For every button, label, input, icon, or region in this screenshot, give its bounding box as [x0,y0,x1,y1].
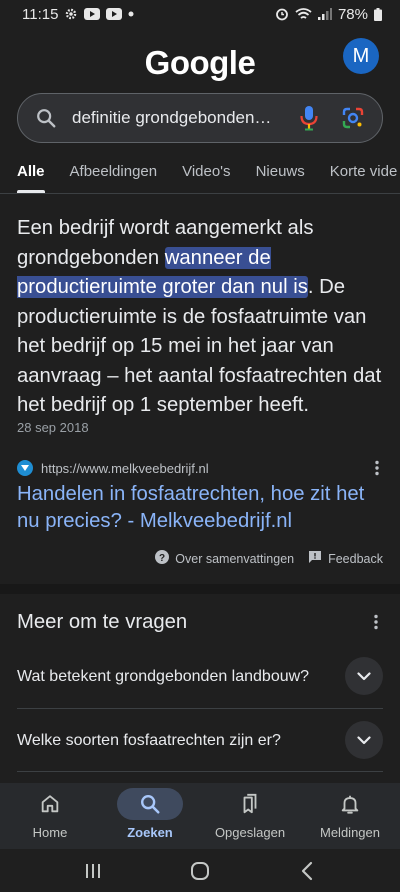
wifi-icon [295,7,312,21]
settings-icon [64,7,78,21]
search-input[interactable]: definitie grondgebonden… [72,108,296,128]
nav-saved-label: Opgeslagen [214,825,286,840]
system-navigation [0,849,400,892]
tab-nieuws[interactable]: Nieuws [256,163,305,193]
result-title-link[interactable]: Handelen in fosfaatrechten, hoe zit het … [17,481,387,534]
paa-question[interactable]: Welke soorten fosfaatrechten zijn er? [17,720,383,760]
paa-question-text: Welke soorten fosfaatrechten zijn er? [17,731,281,749]
mic-icon[interactable] [296,105,322,131]
site-favicon-icon [17,460,33,476]
recent-apps-button[interactable] [63,856,123,886]
feedback-label: Feedback [328,551,383,566]
battery-icon [374,7,382,21]
home-button[interactable] [170,856,230,886]
nav-notifications[interactable]: Meldingen [300,783,400,849]
signal-icon [317,8,332,20]
paa-divider [17,708,383,709]
more-options-icon[interactable] [371,458,383,478]
header: Google M [0,34,400,92]
google-logo[interactable]: Google [0,44,400,82]
svg-text:?: ? [159,553,165,564]
lens-icon[interactable] [340,105,366,131]
tab-alle[interactable]: Alle [17,163,45,193]
paa-divider [17,771,383,772]
account-avatar[interactable]: M [343,38,379,74]
help-icon: ? [155,550,170,567]
source-row[interactable]: https://www.melkveebedrijf.nl [17,458,383,478]
bookmarks-icon [243,793,257,814]
battery-percentage: 78% [337,5,368,23]
tab-videos[interactable]: Video's [182,163,230,193]
nav-home-label: Home [32,825,68,840]
dot-icon [128,11,134,17]
snippet-date: 28 sep 2018 [17,420,89,435]
status-time: 11:15 [22,5,59,23]
home-icon [41,795,59,813]
chevron-down-icon [357,671,371,680]
more-options-icon[interactable] [370,612,382,632]
paa-question[interactable]: Wat betekent grondgebonden landbouw? [17,653,383,699]
snippet-footer: ? Over samenvattingen Feedback [155,550,383,567]
search-icon [34,106,58,130]
youtube-icon [84,8,101,20]
nav-search[interactable]: Zoeken [100,783,200,849]
about-snippets-label: Over samenvattingen [175,551,295,566]
nav-notifications-label: Meldingen [320,825,380,840]
feedback-icon [308,550,322,567]
featured-snippet-text: Een bedrijf wordt aangemerkt als grondge… [17,214,387,421]
youtube-icon [106,8,123,20]
expand-button[interactable] [345,721,383,759]
bell-icon [341,795,359,814]
feedback-button[interactable]: Feedback [308,550,383,567]
tabs-divider [0,193,400,194]
search-box[interactable]: definitie grondgebonden… [17,93,383,143]
search-tabs: Alle Afbeeldingen Video's Nieuws Korte v… [0,163,400,193]
source-url[interactable]: https://www.melkveebedrijf.nl [41,461,371,476]
tab-afbeeldingen[interactable]: Afbeeldingen [70,163,158,193]
tab-korte-videos[interactable]: Korte vide [330,163,398,193]
section-divider [0,584,400,594]
nav-home[interactable]: Home [0,783,100,849]
back-icon [301,861,312,880]
home-circle-icon [190,861,209,880]
search-icon [141,795,160,814]
status-bar: 11:15 78% [0,0,400,28]
nav-search-label: Zoeken [127,825,173,840]
bottom-navigation: Home Zoeken Opgeslagen Meldingen [0,783,400,849]
alarm-icon [275,7,289,21]
nav-saved[interactable]: Opgeslagen [200,783,300,849]
chevron-down-icon [357,735,371,744]
recent-apps-icon [86,863,101,878]
paa-title: Meer om te vragen [17,611,188,633]
about-snippets-button[interactable]: ? Over samenvattingen [155,550,294,567]
paa-question-text: Wat betekent grondgebonden landbouw? [17,667,310,685]
back-button[interactable] [277,856,337,886]
expand-button[interactable] [345,657,383,695]
